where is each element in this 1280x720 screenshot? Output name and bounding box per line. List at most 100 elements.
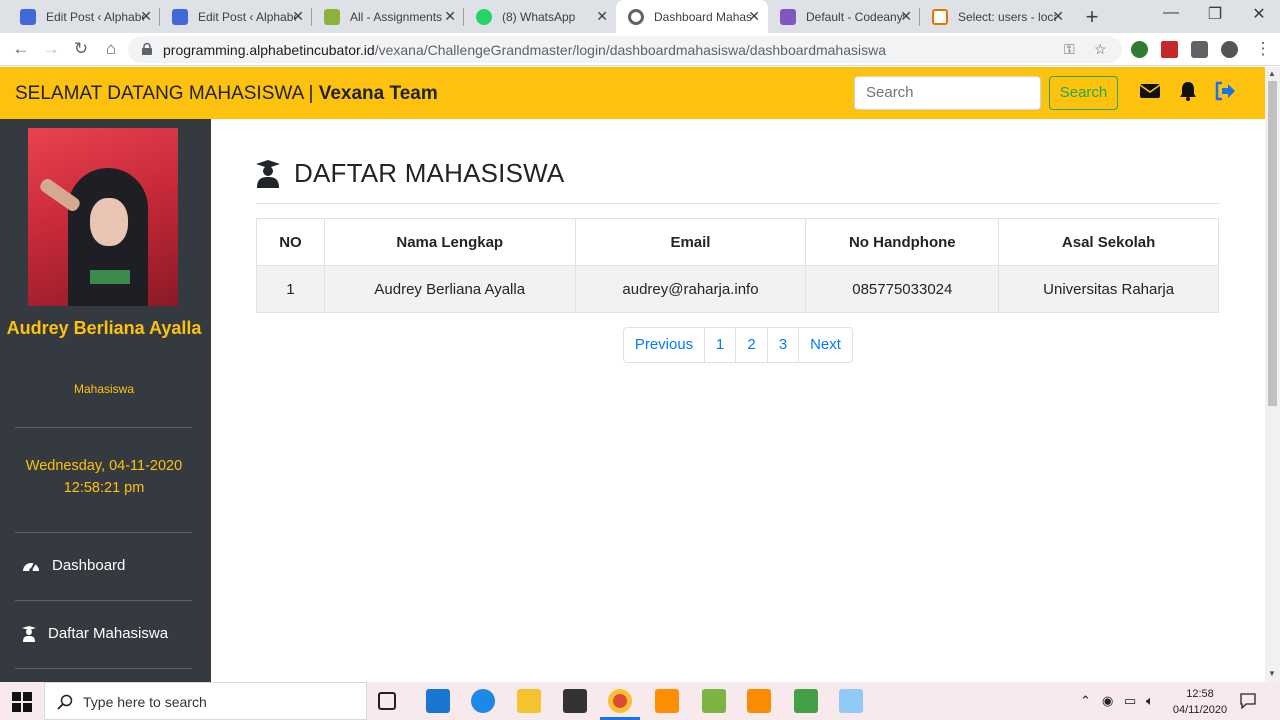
sidebar-item-label: Daftar Mahasiswa — [48, 625, 169, 642]
xampp-icon[interactable] — [747, 689, 771, 713]
windows-start-icon[interactable] — [12, 692, 32, 712]
sidebar-divider — [15, 532, 192, 533]
reload-icon[interactable]: ↻ — [68, 37, 94, 61]
header-brand: SELAMAT DATANG MAHASISWA | Vexana Team — [15, 83, 438, 105]
edge-browser-icon[interactable] — [471, 689, 495, 713]
sidebar-item-label: Dashboard — [52, 557, 126, 574]
scroll-down-arrow-icon[interactable]: ▼ — [1268, 669, 1276, 678]
pagination-page[interactable]: 1 — [704, 328, 735, 362]
new-tab-button[interactable]: + — [1080, 4, 1104, 30]
pdf-extension-icon[interactable] — [1161, 41, 1178, 58]
tab-title: Edit Post ‹ Alphabet — [198, 9, 296, 24]
page-scrollbar[interactable]: ▲ ▼ — [1265, 67, 1280, 682]
green-app-icon[interactable] — [794, 689, 818, 713]
home-icon[interactable]: ⌂ — [98, 37, 124, 61]
wordpress-favicon-icon — [20, 8, 36, 25]
photo-face — [90, 198, 128, 246]
url-host: programming.alphabetincubator.id — [163, 42, 375, 58]
paint-app-icon[interactable] — [839, 689, 863, 713]
browser-tab-active[interactable]: Dashboard Mahasiswa ✕ — [616, 0, 768, 33]
scrollbar-thumb[interactable] — [1268, 81, 1277, 406]
team-name: Vexana Team — [318, 83, 438, 104]
android-app-icon[interactable] — [702, 689, 726, 713]
display-icon[interactable]: ▭ — [1124, 693, 1136, 709]
minimize-button[interactable]: — — [1156, 4, 1186, 22]
sublime-text-icon[interactable] — [655, 689, 679, 713]
network-globe-icon[interactable]: ◉ — [1102, 693, 1113, 709]
profile-photo — [28, 128, 178, 306]
column-header: No Handphone — [805, 218, 1000, 266]
sidebar-item-dashboard[interactable]: Dashboard — [22, 557, 125, 574]
profile-avatar-icon[interactable] — [1221, 41, 1238, 58]
browser-toolbar: ← → ↻ ⌂ programming.alphabetincubator.id… — [0, 33, 1280, 66]
table-row: 1 Audrey Berliana Ayalla audrey@raharja.… — [256, 265, 1219, 313]
volume-icon[interactable]: 🔈︎ — [1146, 693, 1154, 709]
notification-icon[interactable] — [1240, 693, 1256, 709]
browser-tab[interactable]: Edit Post ‹ Alphabet ✕ — [8, 0, 160, 33]
codeanywhere-favicon-icon — [780, 8, 796, 25]
sidebar-divider — [15, 668, 192, 669]
wordpress-favicon-icon — [172, 8, 188, 25]
envelope-icon[interactable] — [1139, 80, 1161, 102]
scroll-up-arrow-icon[interactable]: ▲ — [1268, 69, 1276, 78]
current-time: 12:58:21 pm — [63, 480, 145, 496]
sidebar-divider — [15, 600, 192, 601]
pagination-previous[interactable]: Previous — [624, 328, 704, 362]
microsoft-store-icon[interactable] — [563, 689, 587, 713]
table-header-row: NO Nama Lengkap Email No Handphone Asal … — [256, 218, 1219, 266]
taskbar-clock[interactable]: 12:58 04/11/2020 — [1170, 686, 1230, 718]
close-icon[interactable]: ✕ — [444, 8, 456, 25]
sidebar-divider — [15, 427, 192, 428]
search-icon — [57, 694, 73, 710]
tab-title: Default - Codeanywhere — [806, 9, 904, 24]
close-icon[interactable]: ✕ — [900, 8, 912, 25]
student-table: NO Nama Lengkap Email No Handphone Asal … — [256, 218, 1219, 313]
close-icon[interactable]: ✕ — [140, 8, 152, 25]
file-explorer-icon[interactable] — [517, 689, 541, 713]
assignments-favicon-icon — [324, 8, 340, 25]
search-input[interactable]: Search — [854, 76, 1041, 110]
close-window-button[interactable]: ✕ — [1244, 4, 1274, 24]
clock-date: 04/11/2020 — [1172, 704, 1228, 716]
current-date: Wednesday, 04-11-2020 — [25, 458, 183, 474]
extension-globe-icon[interactable] — [1131, 41, 1148, 58]
bell-icon[interactable] — [1177, 80, 1199, 102]
pagination-page[interactable]: 2 — [735, 328, 767, 362]
phpmyadmin-favicon-icon — [932, 8, 948, 25]
forward-arrow-icon[interactable]: → — [38, 37, 64, 61]
task-view-icon[interactable] — [378, 692, 396, 710]
star-bookmark-icon[interactable]: ☆ — [1094, 41, 1107, 58]
tab-title: All - Assignments — [350, 9, 443, 24]
maximize-button[interactable]: ❐ — [1200, 4, 1230, 24]
mail-app-icon[interactable] — [426, 689, 450, 713]
key-icon[interactable]: ⚿ — [1064, 41, 1075, 58]
back-arrow-icon[interactable]: ← — [8, 37, 34, 61]
more-menu-icon[interactable]: ⋮ — [1250, 37, 1276, 61]
sidebar: Audrey Berliana Ayalla Mahasiswa Wednesd… — [0, 119, 211, 682]
photo-shirt — [90, 270, 130, 284]
pagination-page[interactable]: 3 — [767, 328, 798, 362]
tab-title: (8) WhatsApp — [502, 9, 576, 24]
extensions-puzzle-icon[interactable] — [1191, 41, 1208, 58]
table-cell: audrey@raharja.info — [574, 265, 807, 313]
close-icon[interactable]: ✕ — [292, 8, 304, 25]
url-text: programming.alphabetincubator.id/vexana/… — [163, 42, 886, 58]
tab-title: Edit Post ‹ Alphabet — [46, 9, 144, 24]
search-button[interactable]: Search — [1049, 76, 1118, 110]
browser-tab[interactable]: Select: users - localhost ✕ — [920, 0, 1072, 33]
sidebar-item-daftar-mahasiswa[interactable]: Daftar Mahasiswa — [22, 625, 168, 642]
browser-tab[interactable]: (8) WhatsApp ✕ — [464, 0, 616, 33]
address-bar[interactable]: programming.alphabetincubator.id/vexana/… — [128, 36, 1122, 63]
chrome-browser-icon[interactable] — [608, 689, 632, 713]
chevron-up-icon[interactable]: ⌃ — [1080, 693, 1091, 709]
table-cell: 085775033024 — [805, 265, 1000, 313]
pagination-next[interactable]: Next — [798, 328, 852, 362]
browser-tab[interactable]: Default - Codeanywhere ✕ — [768, 0, 920, 33]
close-icon[interactable]: ✕ — [1052, 8, 1064, 25]
browser-tab[interactable]: All - Assignments ✕ — [312, 0, 464, 33]
browser-tab[interactable]: Edit Post ‹ Alphabet ✕ — [160, 0, 312, 33]
close-icon[interactable]: ✕ — [748, 8, 760, 25]
close-icon[interactable]: ✕ — [596, 8, 608, 25]
taskbar-search-box[interactable]: Type here to search — [44, 682, 367, 720]
logout-icon[interactable] — [1214, 80, 1236, 102]
